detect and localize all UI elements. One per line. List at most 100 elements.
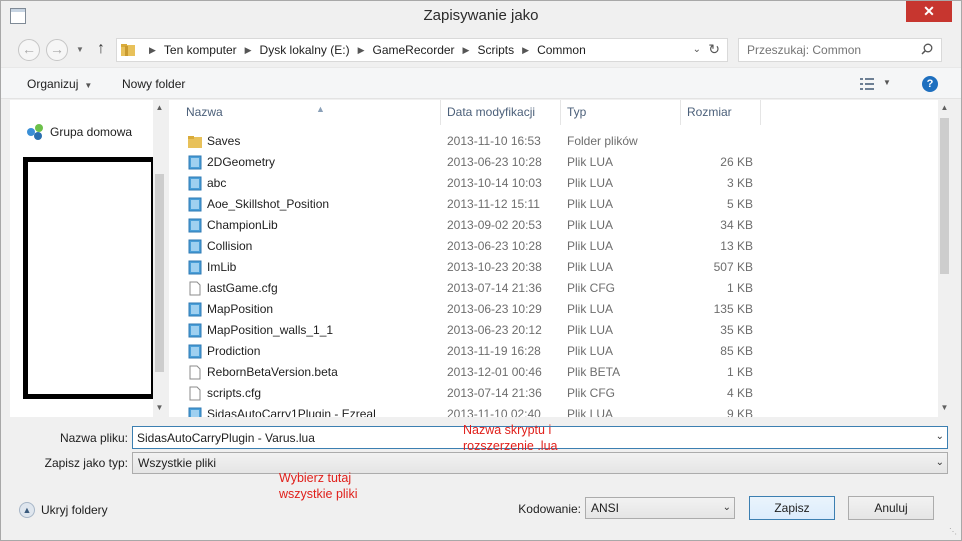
search-input[interactable] xyxy=(739,39,909,61)
chevron-down-icon[interactable]: ⌄ xyxy=(936,457,944,468)
table-row[interactable]: Prodiction 2013-11-19 16:28 Plik LUA 85 KB xyxy=(169,341,939,362)
chevron-down-icon[interactable]: ⌄ xyxy=(693,44,701,55)
table-row[interactable]: ChampionLib 2013-09-02 20:53 Plik LUA 34 KB xyxy=(169,215,939,236)
column-header-name[interactable]: ▲ Nazwa xyxy=(180,100,441,125)
file-list: ▲ Nazwa Data modyfikacji Typ Rozmiar Sav… xyxy=(169,100,951,417)
chevron-right-icon[interactable]: ▶ xyxy=(463,45,470,56)
encoding-select[interactable]: ANSI ⌄ xyxy=(585,497,735,519)
file-type: Plik LUA xyxy=(567,407,614,417)
filetype-value: Wszystkie pliki xyxy=(138,456,217,470)
column-header-type[interactable]: Typ xyxy=(561,100,681,125)
scroll-thumb[interactable] xyxy=(940,118,949,274)
annotation-line: wszystkie pliki xyxy=(279,487,358,501)
chevron-right-icon[interactable]: ▶ xyxy=(245,45,252,56)
table-row[interactable]: Collision 2013-06-23 10:28 Plik LUA 13 KB xyxy=(169,236,939,257)
lua-file-icon xyxy=(188,197,202,212)
column-header-size[interactable]: Rozmiar xyxy=(681,100,761,125)
up-arrow-icon[interactable]: ↑ xyxy=(97,40,105,58)
address-bar[interactable]: ▶ Ten komputer ▶ Dysk lokalny (E:) ▶ Gam… xyxy=(116,38,728,62)
file-type: Plik CFG xyxy=(567,281,615,295)
chevron-right-icon: ▶ xyxy=(149,44,156,55)
organize-button[interactable]: Organizuj ▼ xyxy=(27,77,92,91)
folder-icon xyxy=(121,44,135,56)
file-size: 13 KB xyxy=(720,239,753,253)
view-options-icon[interactable] xyxy=(860,78,874,90)
folder-icon xyxy=(188,136,202,148)
scroll-down-icon[interactable]: ▼ xyxy=(938,403,951,412)
file-name: Prodiction xyxy=(207,344,261,358)
file-date: 2013-06-23 20:12 xyxy=(447,323,542,337)
file-date: 2013-11-10 02:40 xyxy=(447,407,541,417)
table-row[interactable]: ImLib 2013-10-23 20:38 Plik LUA 507 KB xyxy=(169,257,939,278)
help-icon[interactable]: ? xyxy=(922,76,938,92)
file-name: MapPosition_walls_1_1 xyxy=(207,323,334,337)
table-row[interactable]: Saves 2013-11-10 16:53 Folder plików xyxy=(169,131,939,152)
encoding-value: ANSI xyxy=(591,501,620,515)
table-row[interactable]: 2DGeometry 2013-06-23 10:28 Plik LUA 26 KB xyxy=(169,152,939,173)
table-row[interactable]: SidasAutoCarry1Plugin - Ezreal 2013-11-10… xyxy=(169,404,939,417)
breadcrumb: ▶ Ten komputer ▶ Dysk lokalny (E:) ▶ Gam… xyxy=(141,39,586,61)
table-row[interactable]: lastGame.cfg 2013-07-14 21:36 Plik CFG 1 KB xyxy=(169,278,939,299)
encoding-label: Kodowanie: xyxy=(518,502,581,516)
sidebar-scrollbar[interactable]: ▲ ▼ xyxy=(153,100,166,417)
caret-down-icon[interactable]: ▼ xyxy=(883,78,891,87)
scroll-down-icon[interactable]: ▼ xyxy=(153,403,166,412)
table-row[interactable]: scripts.cfg 2013-07-14 21:36 Plik CFG 4 KB xyxy=(169,383,939,404)
table-row[interactable]: RebornBetaVersion.beta 2013-12-01 00:46 Pl… xyxy=(169,362,939,383)
file-name: ChampionLib xyxy=(207,218,278,232)
recent-locations-dropdown-icon[interactable]: ▼ xyxy=(76,45,84,54)
text-file-icon xyxy=(189,365,201,380)
filename-annotation: Nazwa skryptu i rozszerzenie .lua xyxy=(463,422,558,454)
chevron-right-icon[interactable]: ▶ xyxy=(522,45,529,56)
sidebar-item-homegroup[interactable]: Grupa domowa xyxy=(27,124,132,140)
forward-arrow-icon[interactable]: → xyxy=(46,39,68,61)
breadcrumb-item[interactable]: GameRecorder xyxy=(373,43,455,57)
breadcrumb-item[interactable]: Dysk lokalny (E:) xyxy=(260,43,350,57)
breadcrumb-item[interactable]: Common xyxy=(537,43,586,57)
refresh-icon[interactable]: ↻ xyxy=(708,41,720,58)
file-type: Plik LUA xyxy=(567,260,614,274)
scroll-up-icon[interactable]: ▲ xyxy=(938,103,951,112)
scroll-up-icon[interactable]: ▲ xyxy=(153,103,166,112)
scroll-thumb[interactable] xyxy=(155,174,164,372)
column-header-date[interactable]: Data modyfikacji xyxy=(441,100,561,125)
file-list-scrollbar[interactable]: ▲ ▼ xyxy=(938,100,951,417)
hide-folders-button[interactable]: ▲ Ukryj foldery xyxy=(19,502,108,518)
file-name: MapPosition xyxy=(207,302,274,316)
file-size: 5 KB xyxy=(726,197,753,211)
file-date: 2013-09-02 20:53 xyxy=(447,218,542,232)
new-folder-button[interactable]: Nowy folder xyxy=(122,77,185,91)
table-row[interactable]: abc 2013-10-14 10:03 Plik LUA 3 KB xyxy=(169,173,939,194)
file-type: Plik BETA xyxy=(567,365,621,379)
file-size: 34 KB xyxy=(720,218,753,232)
chevron-right-icon[interactable]: ▶ xyxy=(358,45,365,56)
breadcrumb-item[interactable]: Scripts xyxy=(477,43,514,57)
save-button[interactable]: Zapisz xyxy=(749,496,835,520)
file-date: 2013-10-14 10:03 xyxy=(447,176,542,190)
search-box[interactable] xyxy=(738,38,942,62)
file-size: 135 KB xyxy=(713,302,753,316)
file-date: 2013-06-23 10:28 xyxy=(447,155,542,169)
table-row[interactable]: MapPosition_walls_1_1 2013-06-23 20:12 Pli… xyxy=(169,320,939,341)
lua-file-icon xyxy=(188,323,202,338)
caret-down-icon: ▼ xyxy=(84,81,93,90)
lua-file-icon xyxy=(188,302,202,317)
search-icon[interactable] xyxy=(921,43,933,55)
back-arrow-icon[interactable]: ← xyxy=(18,39,40,61)
file-date: 2013-11-19 16:28 xyxy=(447,344,541,358)
chevron-down-icon[interactable]: ⌄ xyxy=(723,502,731,513)
chevron-down-icon[interactable]: ⌄ xyxy=(936,431,944,442)
file-size: 35 KB xyxy=(720,323,753,337)
file-size: 1 KB xyxy=(726,281,753,295)
table-row[interactable]: Aoe_Skillshot_Position 2013-11-12 15:11 Pl… xyxy=(169,194,939,215)
resize-grip-icon[interactable]: ⋱ xyxy=(949,527,957,536)
cancel-button[interactable]: Anuluj xyxy=(848,496,934,520)
filetype-select[interactable]: Wszystkie pliki ⌄ xyxy=(132,452,948,474)
file-size: 1 KB xyxy=(726,365,753,379)
breadcrumb-item[interactable]: Ten komputer xyxy=(164,43,237,57)
column-header-label: Nazwa xyxy=(186,105,223,119)
close-button[interactable]: ✕ xyxy=(906,1,952,22)
table-row[interactable]: MapPosition 2013-06-23 10:29 Plik LUA 135 K… xyxy=(169,299,939,320)
column-header-row: ▲ Nazwa Data modyfikacji Typ Rozmiar xyxy=(169,100,939,125)
file-name: Collision xyxy=(207,239,253,253)
